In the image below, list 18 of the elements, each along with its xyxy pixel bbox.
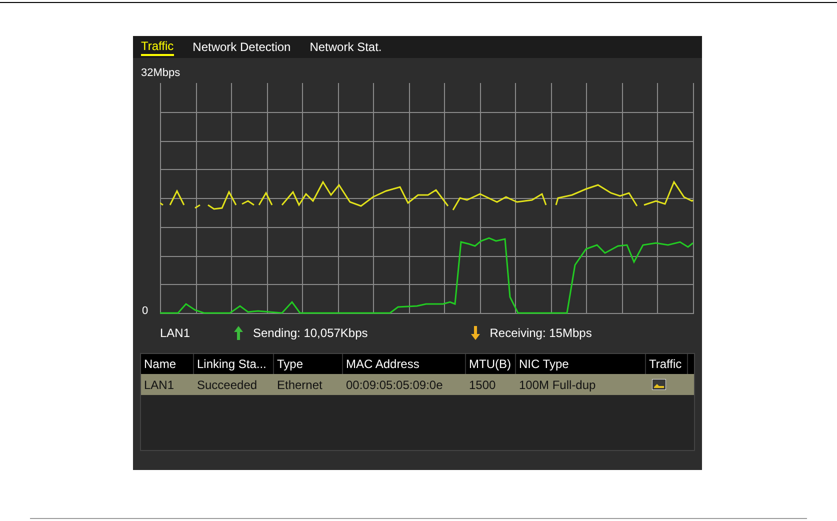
tab[interactable]: Network Stat. [310,39,382,55]
upload-arrow-icon [234,326,243,340]
tab[interactable]: Traffic [141,38,174,56]
table-cell: 00:09:05:05:09:0e [346,378,443,392]
traffic-graph-icon[interactable] [652,379,666,390]
download-arrow-icon [470,326,480,340]
sending-rate: Sending: 10,057Kbps [253,325,368,342]
tab[interactable]: Network Detection [192,39,291,55]
interface-label: LAN1 [160,325,192,342]
receiving-rate: Receiving: 15Mbps [490,325,592,342]
table-cell: Succeeded [197,378,258,392]
table-cell: 1500 [469,378,496,392]
table-cell: Ethernet [277,378,322,392]
table-cell: LAN1 [144,378,174,392]
axis-zero-label: 0 [142,305,148,318]
axis-max-label: 32Mbps [141,67,180,79]
table-cell: 100M Full-dup [519,378,596,392]
table-row[interactable]: LAN1 Succeeded Ethernet 00:09:05:05:09:0e 1500 100M Full-dup [141,374,694,395]
